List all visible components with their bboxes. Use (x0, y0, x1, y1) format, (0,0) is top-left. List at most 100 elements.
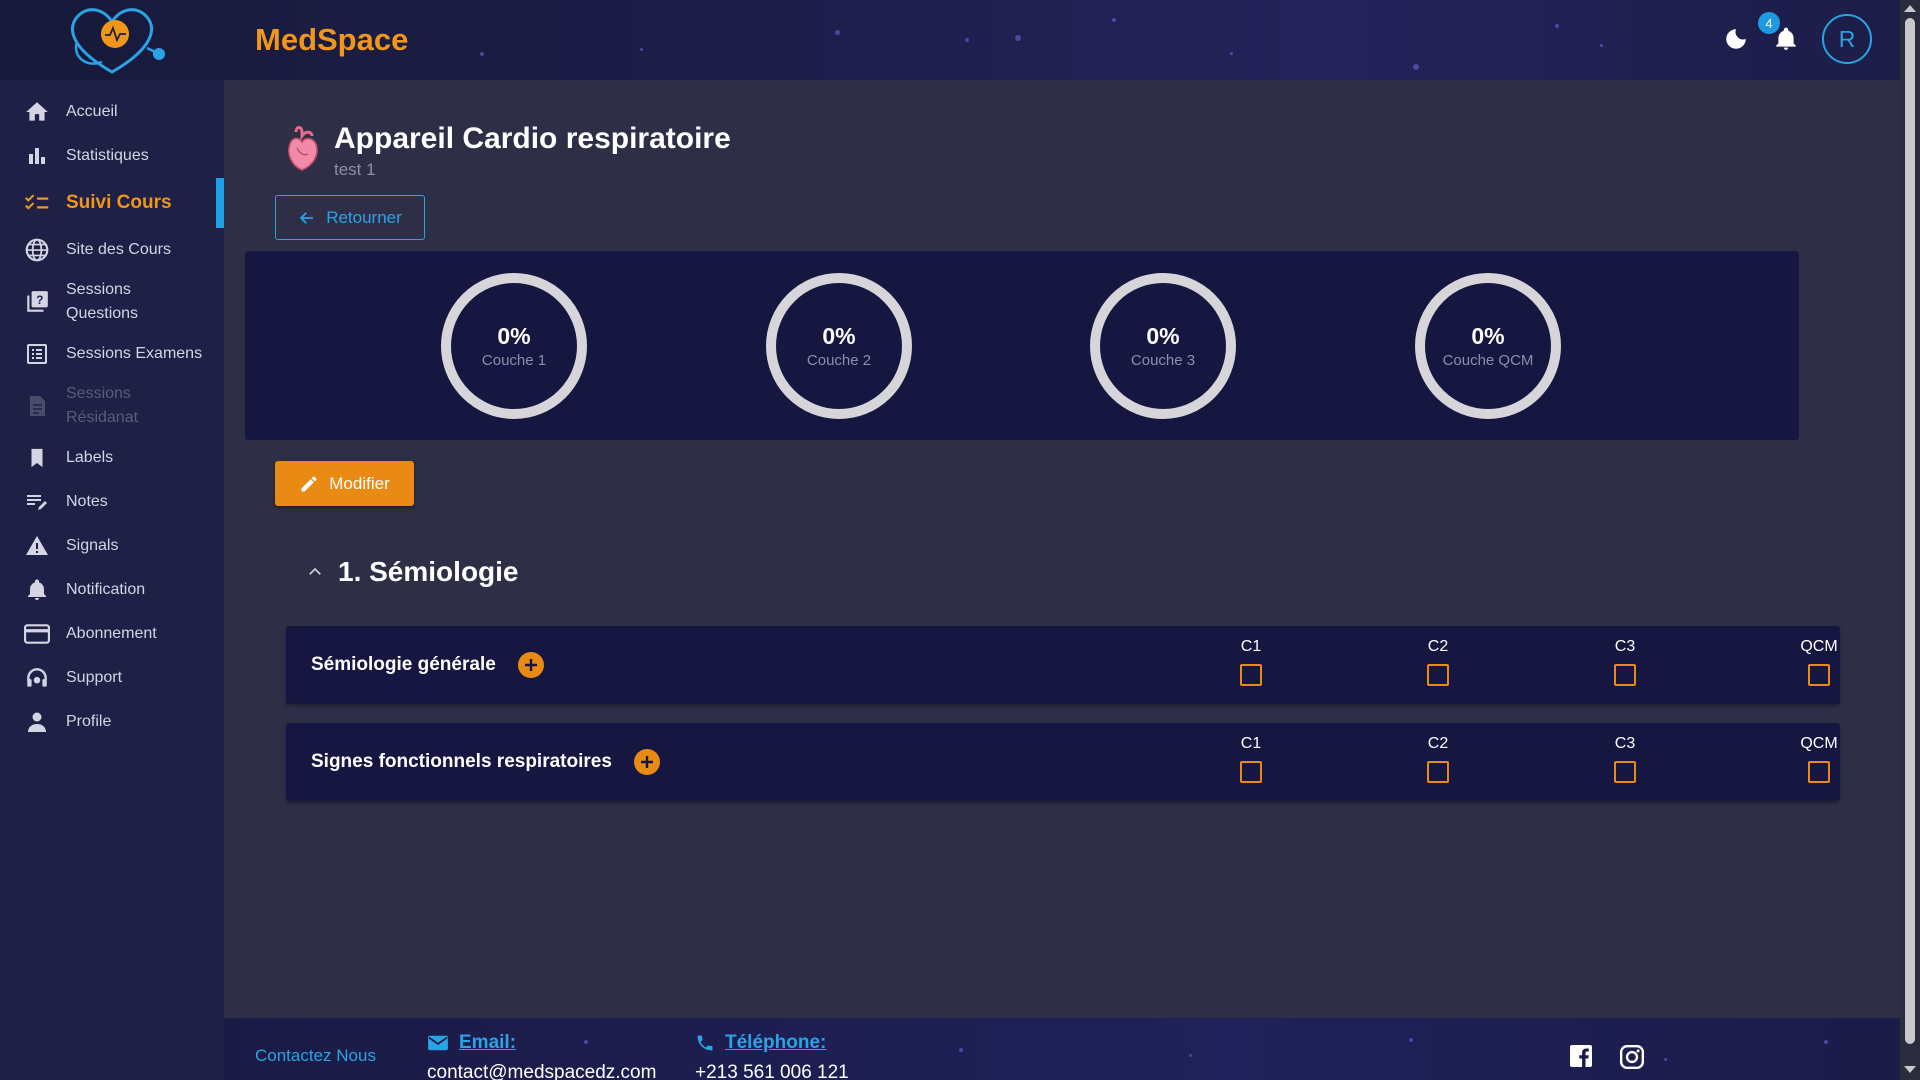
sidebar-item-sessions-questions[interactable]: ? Sessions Questions (0, 272, 224, 332)
main-content: Appareil Cardio respiratoire test 1 Reto… (224, 80, 1900, 1018)
phone-value[interactable]: +213 561 006 121 (695, 1062, 849, 1080)
sidebar-item-signals[interactable]: Signals (0, 524, 224, 568)
logo[interactable] (0, 0, 224, 80)
course-name: Signes fonctionnels respiratoires (311, 751, 612, 772)
checkbox-c3[interactable] (1614, 761, 1636, 783)
globe-icon (24, 237, 50, 263)
plus-icon (640, 756, 653, 768)
sidebar-item-label: Profile (66, 713, 112, 730)
facebook-icon[interactable] (1569, 1044, 1593, 1068)
section-toggle[interactable]: 1. Sémiologie (306, 556, 519, 588)
column-label-c1: C1 (1240, 735, 1262, 752)
notification-badge: 4 (1758, 12, 1780, 34)
arrow-left-icon (299, 211, 314, 224)
page-subtitle: test 1 (334, 160, 376, 179)
sidebar-item-support[interactable]: Support (0, 656, 224, 700)
checkbox-c2[interactable] (1427, 761, 1449, 783)
avatar[interactable]: R (1822, 14, 1872, 64)
checkbox-c1[interactable] (1240, 664, 1262, 686)
modify-button[interactable]: Modifier (275, 461, 414, 506)
email-link[interactable]: Email: (427, 1032, 656, 1054)
progress-panel: 0% Couche 1 0% Couche 2 0% Couche 3 0% C… (245, 251, 1799, 440)
sidebar: Accueil Statistiques Suivi Cours Site de… (0, 80, 224, 1080)
sidebar-item-label: Site des Cours (66, 241, 171, 258)
vertical-scrollbar[interactable] (1900, 0, 1920, 1080)
course-row: Signes fonctionnels respiratoires C1 C2 … (286, 723, 1840, 801)
sidebar-item-label: Accueil (66, 103, 118, 120)
progress-ring-couche-2: 0% Couche 2 (764, 271, 914, 421)
progress-label: Couche 3 (1130, 352, 1196, 369)
sidebar-item-abonnement[interactable]: Abonnement (0, 612, 224, 656)
dark-mode-toggle[interactable] (1722, 25, 1750, 53)
scroll-up-arrow-icon[interactable] (1904, 5, 1916, 12)
sidebar-item-label: Signals (66, 537, 119, 554)
anatomical-heart-icon (288, 126, 318, 171)
email-value[interactable]: contact@medspacedz.com (427, 1062, 656, 1080)
chevron-up-icon (309, 567, 321, 575)
add-button[interactable] (633, 749, 660, 775)
sidebar-item-label: Notification (66, 581, 146, 598)
phone-link[interactable]: Téléphone: (695, 1032, 849, 1054)
sidebar-item-suivi-cours[interactable]: Suivi Cours (0, 178, 224, 228)
list-icon (24, 341, 50, 367)
document-icon (24, 393, 50, 419)
sidebar-item-label: Statistiques (66, 147, 149, 164)
warning-icon (24, 533, 50, 559)
progress-ring-couche-qcm: 0% Couche QCM (1413, 271, 1563, 421)
add-button[interactable] (517, 652, 544, 678)
sidebar-item-label: Support (66, 669, 123, 686)
column-label-c3: C3 (1614, 735, 1636, 752)
sidebar-item-label: Sessions Examens (66, 345, 203, 362)
sidebar-item-site-des-cours[interactable]: Site des Cours (0, 228, 224, 272)
email-label: Email: (459, 1032, 517, 1053)
sidebar-item-sessions-examens[interactable]: Sessions Examens (0, 332, 224, 376)
sidebar-item-label: Abonnement (66, 625, 157, 642)
sidebar-item-label: Sessions Résidanat (66, 385, 139, 426)
notifications-button[interactable]: 4 (1758, 12, 1800, 53)
top-bar: MedSpace 4 R (0, 0, 1900, 80)
stethoscope-heart-logo-icon (71, 8, 165, 74)
bar-chart-icon (24, 143, 50, 169)
brand-name[interactable]: MedSpace (255, 22, 408, 58)
instagram-icon[interactable] (1619, 1044, 1645, 1070)
column-label-qcm: QCM (1800, 735, 1838, 752)
contact-us-label: Contactez Nous (255, 1046, 376, 1065)
checkbox-qcm[interactable] (1808, 664, 1830, 686)
column-label-c1: C1 (1240, 638, 1262, 655)
progress-value: 0% (497, 323, 531, 349)
person-icon (24, 709, 50, 735)
sidebar-item-label: Sessions Questions (66, 281, 139, 322)
sidebar-item-notes[interactable]: Notes (0, 480, 224, 524)
progress-ring-couche-3: 0% Couche 3 (1088, 271, 1238, 421)
sidebar-item-notification[interactable]: Notification (0, 568, 224, 612)
question-book-icon: ? (24, 289, 50, 315)
sidebar-item-label: Notes (66, 493, 108, 510)
progress-label: Couche 1 (481, 352, 547, 369)
scroll-down-arrow-icon[interactable] (1904, 1066, 1916, 1073)
back-button[interactable]: Retourner (275, 195, 425, 240)
plus-icon (524, 659, 537, 671)
modify-button-label: Modifier (329, 473, 390, 493)
svg-text:?: ? (36, 293, 43, 307)
column-label-c2: C2 (1427, 638, 1449, 655)
page-title: Appareil Cardio respiratoire (334, 122, 731, 155)
moon-icon (1726, 29, 1746, 49)
checkbox-c1[interactable] (1240, 761, 1262, 783)
sidebar-item-statistiques[interactable]: Statistiques (0, 134, 224, 178)
checkbox-qcm[interactable] (1808, 761, 1830, 783)
sidebar-item-sessions-residanat: Sessions Résidanat (0, 376, 224, 436)
scroll-thumb[interactable] (1905, 18, 1915, 1044)
checkbox-c2[interactable] (1427, 664, 1449, 686)
phone-label: Téléphone: (725, 1032, 827, 1053)
back-button-label: Retourner (326, 207, 402, 227)
checkbox-c3[interactable] (1614, 664, 1636, 686)
sidebar-item-label: Suivi Cours (66, 192, 172, 213)
progress-label: Couche QCM (1442, 352, 1534, 369)
phone-icon (697, 1035, 713, 1051)
support-icon (24, 665, 50, 691)
progress-label: Couche 2 (806, 352, 872, 369)
sidebar-item-profile[interactable]: Profile (0, 700, 224, 744)
sidebar-item-labels[interactable]: Labels (0, 436, 224, 480)
sidebar-item-accueil[interactable]: Accueil (0, 90, 224, 134)
course-row: Sémiologie générale C1 C2 C3 QCM (286, 626, 1840, 704)
